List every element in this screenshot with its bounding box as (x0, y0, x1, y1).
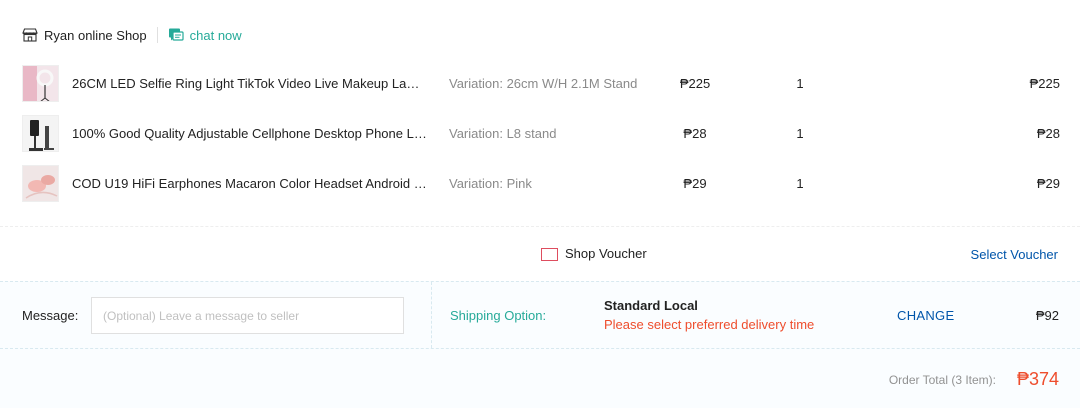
product-name[interactable]: COD U19 HiFi Earphones Macaron Color Hea… (72, 176, 427, 191)
chat-now-button[interactable]: chat now (168, 27, 242, 43)
product-name[interactable]: 26CM LED Selfie Ring Light TikTok Video … (72, 76, 427, 91)
item-subtotal: ₱29 (1036, 176, 1060, 191)
message-label: Message: (22, 308, 79, 323)
product-name[interactable]: 100% Good Quality Adjustable Cellphone D… (72, 126, 427, 141)
change-shipping-button[interactable]: CHANGE (897, 308, 954, 323)
message-input[interactable] (91, 297, 404, 334)
shop-voucher-label: Shop Voucher (565, 246, 647, 261)
product-thumbnail-phone-stand[interactable] (22, 115, 59, 152)
shipping-option-name: Standard Local (604, 298, 698, 313)
header-divider (156, 27, 158, 43)
shop-icon (22, 28, 38, 42)
section-divider (431, 282, 432, 348)
product-variation: Variation: 26cm W/H 2.1M Stand (449, 76, 638, 91)
chat-now-label: chat now (189, 27, 242, 43)
shop-voucher-row: Shop Voucher Select Voucher (0, 226, 1080, 281)
quantity: 1 (796, 126, 804, 141)
order-total-row: Order Total (3 Item): ₱374 (0, 349, 1080, 408)
unit-price: ₱225 (679, 76, 711, 91)
item-subtotal: ₱28 (1036, 126, 1060, 141)
product-thumbnail-earphones[interactable] (22, 165, 59, 202)
shop-name[interactable]: Ryan online Shop (44, 28, 147, 43)
chat-icon (168, 27, 184, 43)
quantity: 1 (796, 176, 804, 191)
shipping-fee: ₱92 (1035, 308, 1059, 323)
delivery-time-warning: Please select preferred delivery time (604, 317, 815, 332)
product-variation: Variation: Pink (449, 176, 532, 191)
list-item: 26CM LED Selfie Ring Light TikTok Video … (0, 58, 1080, 108)
item-subtotal: ₱225 (1029, 76, 1060, 91)
product-variation: Variation: L8 stand (449, 126, 557, 141)
unit-price: ₱28 (683, 126, 707, 141)
message-shipping-section: Message: Shipping Option: Standard Local… (0, 281, 1080, 349)
list-item: 100% Good Quality Adjustable Cellphone D… (0, 108, 1080, 158)
list-item: COD U19 HiFi Earphones Macaron Color Hea… (0, 158, 1080, 208)
order-total-label: Order Total (3 Item): (888, 373, 996, 387)
item-list: 26CM LED Selfie Ring Light TikTok Video … (0, 58, 1080, 208)
quantity: 1 (796, 76, 804, 91)
voucher-icon (541, 248, 558, 261)
shipping-option-label: Shipping Option: (450, 308, 547, 323)
select-voucher-link[interactable]: Select Voucher (971, 247, 1058, 262)
order-total-value: ₱374 (1016, 369, 1059, 389)
shop-header: Ryan online Shop chat now (22, 24, 242, 46)
product-thumbnail-ring-light[interactable] (22, 65, 59, 102)
unit-price: ₱29 (683, 176, 707, 191)
